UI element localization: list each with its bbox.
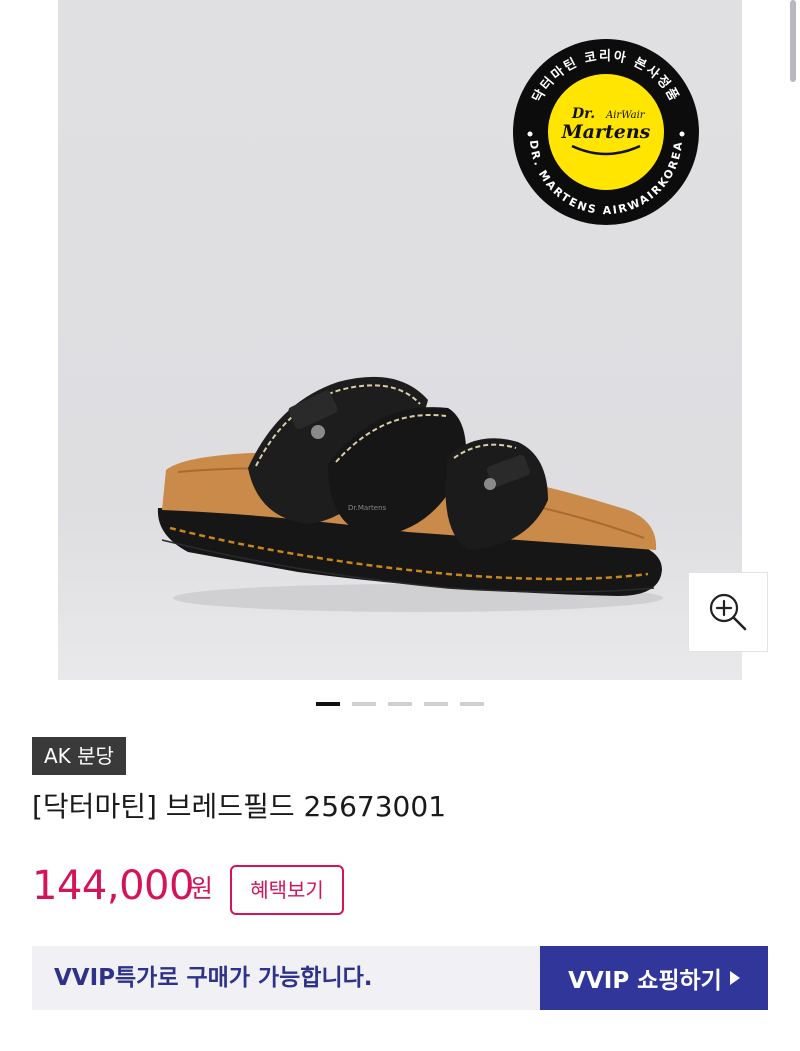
badge-logo-line1: Dr.	[571, 106, 595, 122]
pagination-dot-3[interactable]	[388, 702, 412, 706]
vvip-banner: VVIP특가로 구매가 가능합니다. VVIP 쇼핑하기	[32, 946, 768, 1010]
badge-logo-small: AirWair	[605, 110, 646, 121]
pagination-dot-2[interactable]	[352, 702, 376, 706]
product-photo[interactable]: 닥터마틴 코리아 본사정품 DR. MARTENS AIRWAIRKOREA D…	[58, 0, 742, 680]
vvip-message: VVIP특가로 구매가 가능합니다.	[54, 965, 373, 991]
price-unit: 원	[190, 874, 214, 903]
store-tag: AK 분당	[32, 737, 126, 775]
product-image-gallery[interactable]: 닥터마틴 코리아 본사정품 DR. MARTENS AIRWAIRKOREA D…	[0, 0, 800, 680]
product-title: [닥터마틴] 브레드필드 25673001	[32, 790, 447, 823]
gallery-pagination	[0, 700, 800, 710]
svg-text:Dr.Martens: Dr.Martens	[348, 504, 387, 512]
page-scrollbar[interactable]	[790, 0, 796, 82]
pagination-dot-4[interactable]	[424, 702, 448, 706]
sandal-image: Dr.Martens	[148, 360, 668, 620]
pagination-dot-5[interactable]	[460, 702, 484, 706]
vvip-shopping-button[interactable]: VVIP 쇼핑하기	[540, 946, 768, 1010]
product-price: 144,000	[32, 863, 194, 909]
arrow-right-icon	[729, 971, 740, 985]
badge-logo-line2: Martens	[561, 121, 651, 143]
view-benefits-button[interactable]: 혜택보기	[230, 865, 344, 915]
official-goods-badge: 닥터마틴 코리아 본사정품 DR. MARTENS AIRWAIRKOREA D…	[512, 38, 700, 226]
pagination-dot-1[interactable]	[316, 702, 340, 706]
vvip-button-label: VVIP 쇼핑하기	[568, 968, 722, 994]
zoom-button[interactable]	[688, 572, 768, 652]
zoom-in-icon	[709, 593, 747, 631]
